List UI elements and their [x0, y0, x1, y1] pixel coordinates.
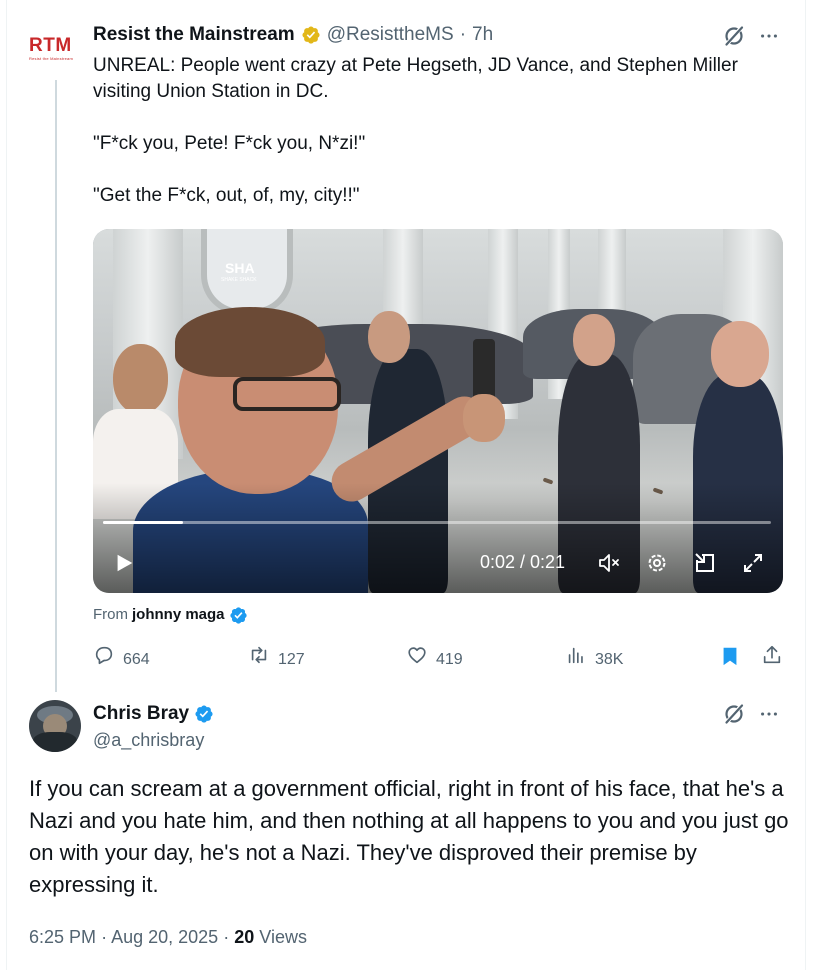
play-icon[interactable] — [113, 551, 135, 580]
thread-line — [55, 80, 57, 692]
person — [463, 394, 505, 442]
video-player[interactable]: SHA SHAKE SHACK 0:02 / 0:21 — [93, 229, 783, 593]
fullscreen-icon[interactable] — [741, 551, 765, 580]
shake-shack-subtext: SHAKE SHACK — [221, 277, 257, 283]
views-count: 38K — [595, 650, 624, 668]
like-button[interactable]: 419 — [406, 644, 463, 675]
repost-count: 127 — [278, 650, 305, 668]
post-time[interactable]: 7h — [472, 22, 493, 48]
author-name[interactable]: Resist the Mainstream — [93, 22, 295, 48]
tweet-paragraph: "F*ck you, Pete! F*ck you, N*zi!" — [93, 133, 366, 154]
views-icon — [565, 644, 587, 675]
share-icon — [761, 644, 783, 675]
reply-icon — [93, 644, 115, 675]
quoted-tweet-header: Resist the Mainstream @ResisttheMS · 7h — [93, 22, 493, 48]
settings-icon[interactable] — [645, 551, 669, 580]
main-top-icons — [722, 702, 780, 731]
views-count: 20 — [234, 927, 255, 947]
person — [711, 321, 769, 387]
meta-separator: · — [223, 927, 230, 947]
meta-separator: · — [101, 927, 108, 947]
post-time[interactable]: 6:25 PM — [29, 927, 96, 947]
views-button[interactable]: 38K — [565, 644, 623, 675]
shake-shack-sign: SHA — [225, 260, 255, 276]
grok-icon[interactable] — [722, 702, 746, 731]
video-attribution: From johnny maga — [93, 604, 248, 626]
verified-blue-icon — [194, 704, 214, 724]
person — [573, 314, 615, 366]
repost-button[interactable]: 127 — [248, 644, 305, 675]
tweet-paragraph: UNREAL: People went crazy at Pete Hegset… — [93, 55, 738, 102]
mute-icon[interactable] — [596, 551, 624, 580]
tweet-paragraph: "Get the F*ck, out, of, my, city!!" — [93, 185, 360, 206]
reply-button[interactable]: 664 — [93, 644, 150, 675]
like-count: 419 — [436, 650, 463, 668]
video-progress-bar[interactable] — [103, 521, 771, 524]
attribution-name[interactable]: johnny maga — [132, 604, 225, 626]
action-bar: 664 127 419 38K — [93, 644, 783, 670]
rtm-avatar[interactable]: RTM Resist the Mainstream — [29, 36, 81, 68]
video-timecode: 0:02 / 0:21 — [480, 552, 566, 572]
reply-count: 664 — [123, 650, 150, 668]
grok-icon[interactable] — [722, 24, 746, 53]
tweet-meta: 6:25 PM · Aug 20, 2025 · 20 Views — [29, 924, 307, 950]
views-label: Views — [259, 927, 307, 947]
attribution-prefix: From — [93, 606, 128, 623]
quoted-top-icons — [722, 24, 780, 53]
author-handle[interactable]: @a_chrisbray — [93, 727, 204, 753]
main-author: Chris Bray — [93, 701, 214, 727]
more-icon[interactable] — [758, 24, 780, 53]
like-icon — [406, 644, 428, 675]
video-progress-fill — [103, 521, 184, 524]
archway: SHA SHAKE SHACK — [201, 229, 293, 315]
bookmark-icon — [719, 644, 741, 677]
tweet-text: If you can scream at a government offici… — [29, 776, 789, 897]
verified-blue-icon — [229, 606, 248, 625]
header-separator: · — [459, 24, 467, 45]
repost-icon — [248, 644, 270, 675]
avatar-detail — [33, 732, 77, 752]
avatar[interactable] — [29, 700, 81, 752]
verified-gold-icon — [301, 25, 321, 45]
video-controls-overlay — [93, 483, 783, 593]
picture-in-picture-icon[interactable] — [693, 551, 717, 580]
person — [113, 344, 168, 414]
share-button[interactable] — [761, 644, 783, 675]
author-name[interactable]: Chris Bray — [93, 701, 189, 727]
quoted-tweet-text: UNREAL: People went crazy at Pete Hegset… — [93, 53, 793, 209]
person — [175, 307, 325, 377]
bookmark-button[interactable] — [719, 644, 741, 677]
person — [368, 311, 410, 363]
rtm-logo-text: RTM — [29, 35, 72, 56]
person — [233, 377, 341, 411]
post-date[interactable]: Aug 20, 2025 — [111, 927, 218, 947]
author-handle[interactable]: @ResisttheMS — [327, 22, 454, 48]
more-icon[interactable] — [758, 702, 780, 731]
rtm-logo-subtext: Resist the Mainstream — [29, 56, 73, 61]
